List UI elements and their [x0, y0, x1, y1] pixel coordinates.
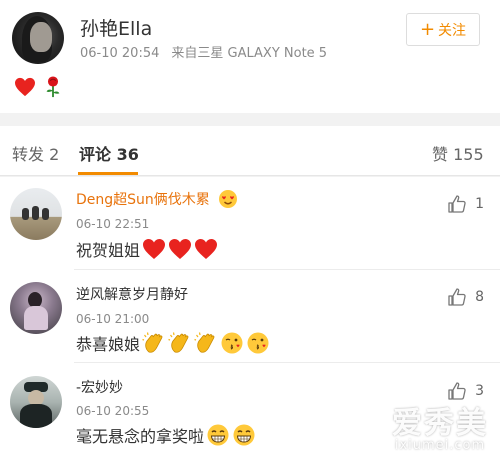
clap-icon [142, 332, 163, 353]
active-tab-indicator [78, 172, 138, 175]
grin-icon [233, 424, 255, 446]
clap-icon [194, 332, 215, 353]
author-avatar[interactable] [12, 12, 64, 64]
heart-icon [143, 239, 166, 259]
comment-like-button[interactable]: 8 [447, 287, 484, 307]
commenter-name-text: Deng超Sun俩伐木累 [76, 192, 210, 208]
like-count: 8 [475, 289, 484, 305]
post-card: 孙艳Ella 06-10 20:54 来自三星 GALAXY Note 5 + 关… [0, 0, 500, 113]
thumbs-up-icon [448, 195, 466, 213]
heart-icon [195, 239, 218, 259]
comment-text: 毫无悬念的拿奖啦 [76, 423, 256, 447]
comment-text-body: 毫无悬念的拿奖啦 [76, 427, 205, 446]
comment-text: 祝贺姐姐 [76, 237, 218, 261]
comment-time: 06-10 20:55 [76, 404, 150, 418]
heart-icon [169, 239, 192, 259]
commenter-name[interactable]: -宏妙妙 [76, 377, 123, 397]
follow-label: 关注 [438, 22, 467, 39]
commenter-name[interactable]: Deng超Sun俩伐木累 [76, 189, 238, 209]
watermark-sub: ixiumei.com [394, 438, 486, 453]
heart-icon [15, 77, 35, 97]
comment-time: 06-10 21:00 [76, 312, 150, 326]
site-watermark: 爱秀美 ixiumei.com [392, 398, 488, 453]
post-time: 06-10 20:54 [80, 46, 160, 61]
tab-comments[interactable]: 评论 36 [79, 141, 139, 165]
rose-icon [46, 76, 60, 98]
kiss-icon [247, 332, 269, 354]
comment-item: 逆风解意岁月静好 06-10 21:00 恭喜娘娘 8 [0, 270, 500, 363]
like-count: 3 [475, 383, 484, 399]
clap-icon [168, 332, 189, 353]
tab-likes[interactable]: 赞 155 [432, 141, 484, 165]
follow-button[interactable]: + 关注 [406, 13, 480, 46]
plus-icon: + [419, 18, 436, 40]
comment-item: Deng超Sun俩伐木累 06-10 22:51 祝贺姐姐 1 [0, 177, 500, 270]
tab-bar: 转发 2 评论 36 赞 155 [0, 126, 500, 176]
post-meta: 06-10 20:54 来自三星 GALAXY Note 5 [80, 42, 327, 61]
kiss-icon [221, 332, 243, 354]
post-content [14, 76, 62, 98]
post-source: 来自三星 GALAXY Note 5 [171, 46, 328, 61]
commenter-avatar[interactable] [10, 188, 62, 240]
comment-like-button[interactable]: 1 [447, 194, 484, 214]
like-count: 1 [475, 196, 484, 212]
commenter-avatar[interactable] [10, 376, 62, 428]
author-name[interactable]: 孙艳Ella [80, 14, 152, 41]
comment-text-body: 祝贺姐姐 [76, 241, 141, 260]
watermark-main: 爱秀美 [392, 406, 488, 441]
comment-text-body: 恭喜娘娘 [76, 335, 141, 354]
thumbs-up-icon [448, 288, 466, 306]
comment-list: Deng超Sun俩伐木累 06-10 22:51 祝贺姐姐 1 逆风解意岁月静好… [0, 177, 500, 457]
commenter-avatar[interactable] [10, 282, 62, 334]
heart-eyes-badge-icon [218, 190, 237, 208]
comment-text: 恭喜娘娘 [76, 331, 270, 355]
grin-icon [207, 424, 229, 446]
comment-time: 06-10 22:51 [76, 217, 150, 231]
commenter-name[interactable]: 逆风解意岁月静好 [76, 284, 188, 304]
tab-reposts[interactable]: 转发 2 [12, 141, 59, 165]
